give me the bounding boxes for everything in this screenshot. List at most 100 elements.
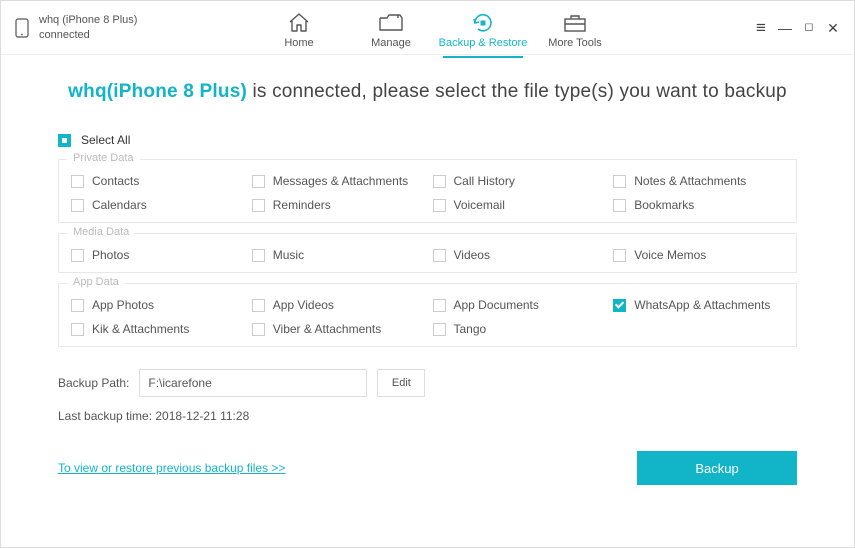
- backup-restore-icon: [470, 11, 496, 35]
- backup-path-label: Backup Path:: [58, 376, 129, 390]
- item-label: Voicemail: [454, 198, 505, 212]
- checkbox-item[interactable]: Voice Memos: [613, 248, 784, 262]
- item-label: Music: [273, 248, 304, 262]
- checkbox[interactable]: [613, 299, 626, 312]
- phone-icon: [13, 14, 31, 42]
- checkbox-item[interactable]: WhatsApp & Attachments: [613, 298, 784, 312]
- select-all-row[interactable]: Select All: [58, 133, 797, 147]
- item-label: Viber & Attachments: [273, 322, 382, 336]
- item-label: Voice Memos: [634, 248, 706, 262]
- item-label: App Videos: [273, 298, 334, 312]
- toolbox-icon: [563, 11, 587, 35]
- item-label: Calendars: [92, 198, 147, 212]
- tab-home[interactable]: Home: [253, 7, 345, 49]
- device-name: whq (iPhone 8 Plus): [39, 13, 137, 27]
- headline: whq(iPhone 8 Plus) is connected, please …: [58, 81, 797, 103]
- item-label: Call History: [454, 174, 515, 188]
- item-label: App Documents: [454, 298, 539, 312]
- device-info: whq (iPhone 8 Plus) connected: [13, 13, 253, 42]
- checkbox[interactable]: [613, 175, 626, 188]
- checkbox[interactable]: [252, 249, 265, 262]
- backup-path-input[interactable]: [139, 369, 367, 397]
- item-label: Videos: [454, 248, 490, 262]
- window-controls: ≡ — ◻ ✕: [754, 19, 840, 36]
- headline-device: whq(iPhone 8 Plus): [68, 81, 247, 102]
- checkbox-item[interactable]: Tango: [433, 322, 604, 336]
- checkbox-item[interactable]: Viber & Attachments: [252, 322, 423, 336]
- checkbox-item[interactable]: Kik & Attachments: [71, 322, 242, 336]
- checkbox-item[interactable]: Bookmarks: [613, 198, 784, 212]
- folder-icon: [378, 11, 404, 35]
- tab-backup-restore[interactable]: Backup & Restore: [437, 7, 529, 49]
- tab-label: More Tools: [548, 37, 602, 49]
- app-header: whq (iPhone 8 Plus) connected Home Manag…: [1, 1, 854, 55]
- checkbox[interactable]: [433, 249, 446, 262]
- item-label: Reminders: [273, 198, 331, 212]
- restore-link[interactable]: To view or restore previous backup files…: [58, 461, 285, 475]
- checkbox-item[interactable]: Reminders: [252, 198, 423, 212]
- backup-button[interactable]: Backup: [637, 451, 797, 485]
- headline-text: is connected, please select the file typ…: [247, 81, 787, 102]
- checkbox[interactable]: [71, 299, 84, 312]
- maximize-button[interactable]: ◻: [802, 22, 816, 33]
- group-app-data: App Data App PhotosApp VideosApp Documen…: [58, 283, 797, 347]
- tab-manage[interactable]: Manage: [345, 7, 437, 49]
- item-label: Photos: [92, 248, 129, 262]
- tab-label: Manage: [371, 37, 411, 49]
- select-all-checkbox[interactable]: [58, 134, 71, 147]
- checkbox-item[interactable]: Messages & Attachments: [252, 174, 423, 188]
- checkbox-item[interactable]: Videos: [433, 248, 604, 262]
- nav-tabs: Home Manage Backup & Restore More Tools: [253, 7, 621, 49]
- checkbox[interactable]: [252, 299, 265, 312]
- last-backup-time: Last backup time: 2018-12-21 11:28: [58, 409, 797, 423]
- group-title: App Data: [67, 276, 125, 288]
- item-label: Messages & Attachments: [273, 174, 408, 188]
- menu-button[interactable]: ≡: [754, 19, 768, 36]
- home-icon: [287, 11, 311, 35]
- checkbox-item[interactable]: Voicemail: [433, 198, 604, 212]
- item-label: Notes & Attachments: [634, 174, 746, 188]
- checkbox[interactable]: [613, 249, 626, 262]
- group-media-data: Media Data PhotosMusicVideosVoice Memos: [58, 233, 797, 273]
- minimize-button[interactable]: —: [778, 21, 792, 35]
- checkbox[interactable]: [252, 199, 265, 212]
- checkbox[interactable]: [71, 323, 84, 336]
- select-all-label: Select All: [81, 133, 130, 147]
- content-area: whq(iPhone 8 Plus) is connected, please …: [1, 55, 854, 485]
- checkbox[interactable]: [433, 199, 446, 212]
- item-label: Contacts: [92, 174, 139, 188]
- checkbox[interactable]: [433, 323, 446, 336]
- group-private-data: Private Data ContactsMessages & Attachme…: [58, 159, 797, 223]
- checkbox-item[interactable]: Music: [252, 248, 423, 262]
- checkbox-item[interactable]: Notes & Attachments: [613, 174, 784, 188]
- checkbox[interactable]: [613, 199, 626, 212]
- bottom-row: To view or restore previous backup files…: [58, 451, 797, 485]
- checkbox-item[interactable]: App Documents: [433, 298, 604, 312]
- item-label: Tango: [454, 322, 487, 336]
- item-label: WhatsApp & Attachments: [634, 298, 770, 312]
- item-label: Bookmarks: [634, 198, 694, 212]
- checkbox-item[interactable]: App Photos: [71, 298, 242, 312]
- tab-more-tools[interactable]: More Tools: [529, 7, 621, 49]
- checkbox[interactable]: [71, 249, 84, 262]
- close-button[interactable]: ✕: [826, 21, 840, 35]
- edit-path-button[interactable]: Edit: [377, 369, 425, 397]
- item-label: App Photos: [92, 298, 154, 312]
- checkbox-item[interactable]: App Videos: [252, 298, 423, 312]
- checkbox[interactable]: [252, 175, 265, 188]
- item-label: Kik & Attachments: [92, 322, 189, 336]
- group-title: Media Data: [67, 226, 135, 238]
- checkbox[interactable]: [71, 199, 84, 212]
- group-title: Private Data: [67, 152, 140, 164]
- device-status: connected: [39, 28, 137, 42]
- checkbox-item[interactable]: Call History: [433, 174, 604, 188]
- checkbox[interactable]: [433, 299, 446, 312]
- checkbox[interactable]: [71, 175, 84, 188]
- checkbox-item[interactable]: Calendars: [71, 198, 242, 212]
- checkbox[interactable]: [252, 323, 265, 336]
- tab-label: Backup & Restore: [439, 37, 528, 49]
- tab-label: Home: [284, 37, 313, 49]
- checkbox[interactable]: [433, 175, 446, 188]
- checkbox-item[interactable]: Photos: [71, 248, 242, 262]
- checkbox-item[interactable]: Contacts: [71, 174, 242, 188]
